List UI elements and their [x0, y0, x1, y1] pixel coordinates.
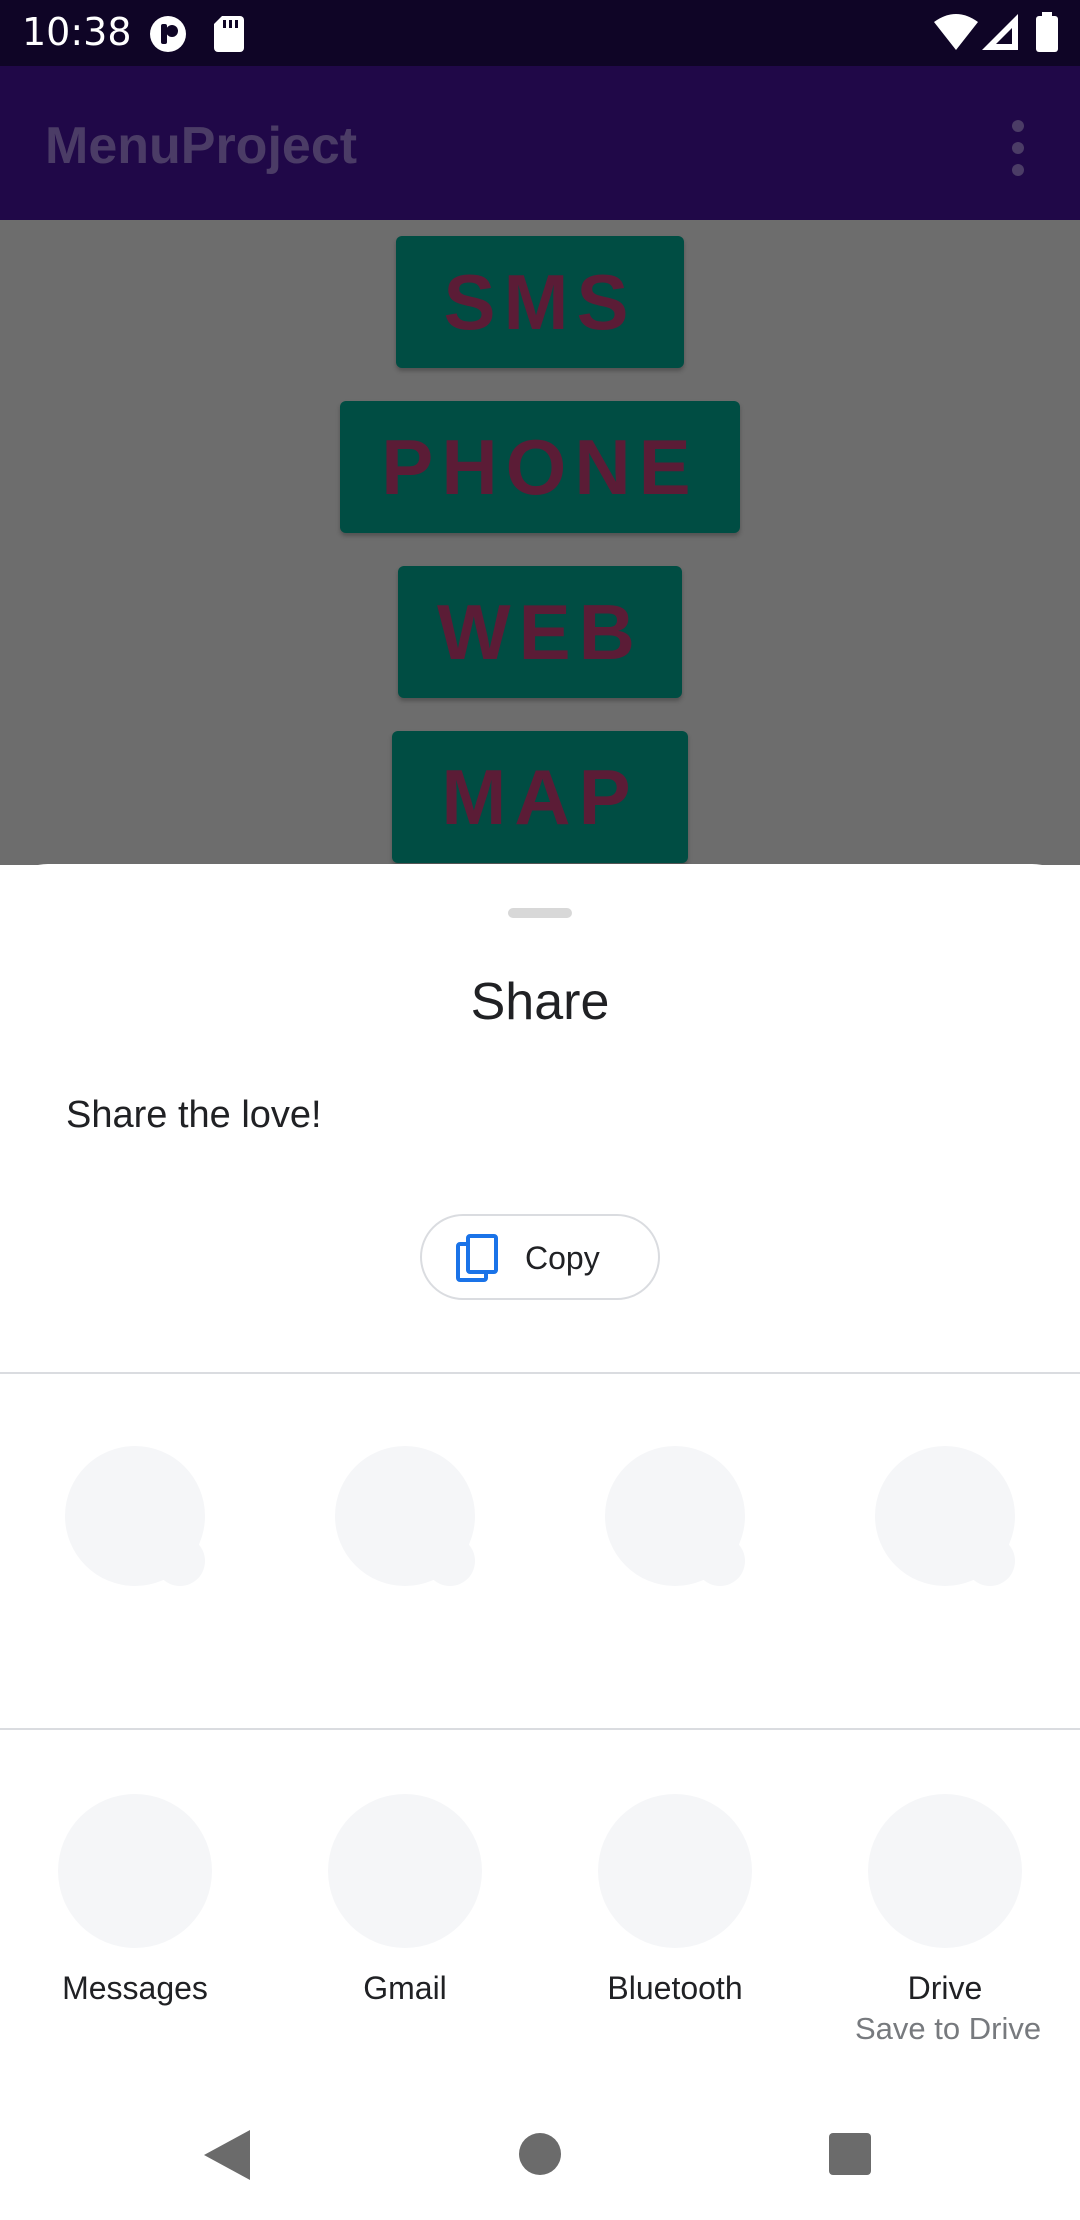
status-time: 10:38	[22, 10, 132, 54]
gmail-app-icon	[328, 1794, 482, 1948]
app-title: MenuProject	[45, 117, 358, 175]
recents-icon[interactable]	[829, 2133, 871, 2175]
share-target-label: Gmail	[363, 1970, 447, 2006]
app-notification-icon	[150, 16, 186, 52]
sms-button[interactable]: SMS	[396, 236, 684, 368]
copy-label: Copy	[525, 1240, 600, 1276]
share-target-label: Drive	[907, 1970, 983, 2006]
home-icon[interactable]	[519, 2133, 561, 2175]
direct-share-placeholder	[65, 1446, 205, 1586]
divider-bottom	[0, 1728, 1080, 1730]
web-button[interactable]: WEB	[398, 566, 682, 698]
share-target-label: Messages	[62, 1970, 208, 2006]
drag-handle[interactable]	[508, 908, 572, 918]
share-target-sublabel: Save to Drive	[855, 2011, 1042, 2046]
battery-icon	[1036, 12, 1058, 52]
share-target-bluetooth[interactable]: Bluetooth	[585, 1794, 765, 2007]
direct-share-placeholder	[605, 1446, 745, 1586]
bluetooth-app-icon	[598, 1794, 752, 1948]
direct-share-placeholder	[875, 1446, 1015, 1586]
drive-app-icon	[868, 1794, 1022, 1948]
phone-button[interactable]: PHONE	[340, 401, 740, 533]
share-target-drive[interactable]: Drive Save to Drive	[855, 1794, 1042, 2047]
more-vert-icon[interactable]	[1000, 118, 1036, 178]
app-bar: MenuProject	[0, 66, 1080, 220]
back-icon[interactable]	[204, 2130, 250, 2180]
share-text: Share the love!	[66, 1094, 322, 1136]
messages-app-icon	[58, 1794, 212, 1948]
main-content: SMS PHONE WEB MAP	[0, 220, 1080, 865]
copy-icon	[456, 1234, 498, 1282]
share-target-label: Bluetooth	[607, 1970, 743, 2006]
navigation-bar	[0, 2100, 1080, 2220]
map-button[interactable]: MAP	[392, 731, 688, 863]
copy-button[interactable]: Copy	[420, 1214, 660, 1300]
sheet-title: Share	[470, 973, 610, 1031]
wifi-icon	[934, 14, 978, 50]
share-target-messages[interactable]: Messages	[45, 1794, 225, 2007]
signal-icon	[982, 14, 1018, 50]
sd-card-icon	[214, 16, 244, 52]
status-bar: 10:38	[0, 0, 1080, 66]
divider-top	[0, 1372, 1080, 1374]
share-target-gmail[interactable]: Gmail	[315, 1794, 495, 2007]
share-sheet: Share Share the love! Copy Messages Gmai…	[0, 864, 1080, 2220]
direct-share-placeholder	[335, 1446, 475, 1586]
